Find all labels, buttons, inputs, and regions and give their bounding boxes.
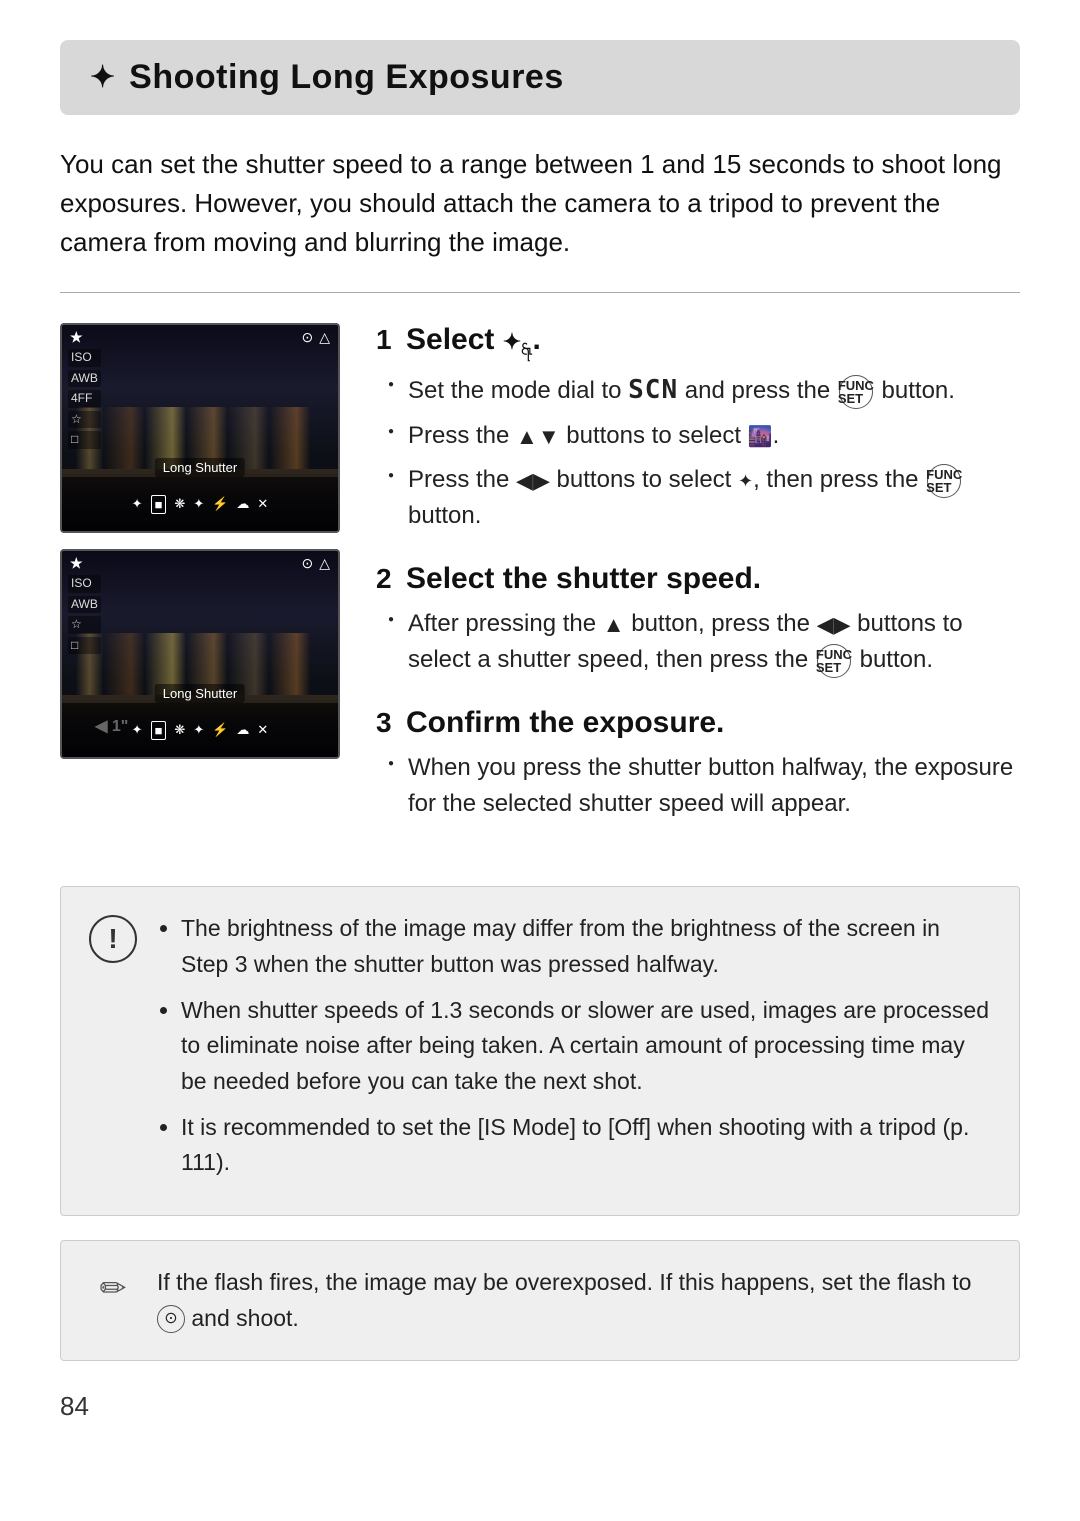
- awb-icon: AWB: [68, 370, 101, 388]
- step-2-bullets: After pressing the ▲ button, press the ◀…: [376, 606, 1020, 678]
- bottom-icon-cloud: ☁: [236, 496, 249, 512]
- af-icon-2: ☆: [68, 616, 101, 634]
- step-1: 1 Select ✦꩷. Set the mode dial to SCN an…: [376, 323, 1020, 534]
- timer-icon: ⊙: [301, 329, 313, 346]
- long-shutter-label-1: Long Shutter: [155, 458, 245, 477]
- step-1-title: Select ✦꩷.: [406, 323, 541, 361]
- page-number: 84: [60, 1391, 1020, 1422]
- timer-icon-2: ⊙: [301, 555, 313, 572]
- star-mode-icon-2: ★: [70, 555, 83, 572]
- pencil-icon: ✏: [89, 1269, 137, 1317]
- 4ff-icon: 4FF: [68, 390, 101, 408]
- camera-overlay-top-2: ★ ⊙ △: [62, 551, 338, 576]
- iso-icon-2: ISO: [68, 575, 101, 593]
- func-btn-2: FUNCSET: [927, 464, 961, 498]
- step-3-number: 3: [376, 707, 396, 739]
- steps-column: 1 Select ✦꩷. Set the mode dial to SCN an…: [376, 323, 1020, 850]
- func-btn-3: FUNCSET: [817, 644, 851, 678]
- notice-bullet-2: When shutter speeds of 1.3 seconds or sl…: [181, 993, 991, 1100]
- step-3-header: 3 Confirm the exposure.: [376, 706, 1020, 740]
- flash-symbol: ⊙: [157, 1305, 185, 1333]
- step-1-bullet-2: Press the ▲▼ buttons to select 🌆.: [388, 418, 1020, 454]
- step-1-bullet-3: Press the ◀▶ buttons to select ✦, then p…: [388, 462, 1020, 534]
- bottom-icon-x: ✕: [257, 496, 268, 512]
- top-left-icons-2: ★: [70, 555, 83, 572]
- step-2-title: Select the shutter speed.: [406, 562, 761, 596]
- bottom-icon-cloud-2: ☁: [236, 722, 249, 738]
- notice-bullet-1: The brightness of the image may differ f…: [181, 911, 991, 982]
- step-1-header: 1 Select ✦꩷.: [376, 323, 1020, 361]
- intro-text: You can set the shutter speed to a range…: [60, 145, 1020, 262]
- sunset-icon: 🌆: [748, 426, 773, 448]
- bottom-icon-sun: ✦: [132, 496, 143, 512]
- up-down-arrows-1: ▲▼: [516, 425, 560, 450]
- star-mode-icon: ★: [70, 329, 83, 346]
- bottom-icon-lightning-2: ⚡: [212, 722, 228, 738]
- bottom-icon-lightning: ⚡: [212, 496, 228, 512]
- camera-images-column: ★ ⊙ △ ISO AWB 4FF ☆ □ Long Shutter ✦ ■ ❋…: [60, 323, 340, 850]
- notice-bullets: The brightness of the image may differ f…: [157, 911, 991, 1180]
- left-icons-1: ISO AWB 4FF ☆ □: [68, 349, 101, 449]
- lock-icon: △: [319, 329, 330, 346]
- step-2-header: 2 Select the shutter speed.: [376, 562, 1020, 596]
- bottom-bar-1: ✦ ■ ❋ ✦ ⚡ ☁ ✕: [62, 477, 338, 531]
- long-shutter-icon-inline: ✦꩷: [503, 329, 533, 354]
- bottom-icon-x-2: ✕: [257, 722, 268, 738]
- top-right-icons-2: ⊙ △: [301, 555, 330, 572]
- notice-exclamation-icon: !: [89, 915, 137, 963]
- up-arrow: ▲: [603, 613, 625, 638]
- left-right-arrows-1: ◀▶: [516, 469, 550, 494]
- top-right-icons-1: ⊙ △: [301, 329, 330, 346]
- top-left-icons-1: ★: [70, 329, 83, 346]
- step-2: 2 Select the shutter speed. After pressi…: [376, 562, 1020, 678]
- step-3-bullet-1: When you press the shutter button halfwa…: [388, 750, 1020, 822]
- bottom-icon-selected-1: ■: [151, 495, 167, 514]
- iso-icon: ISO: [68, 349, 101, 367]
- step-3: 3 Confirm the exposure. When you press t…: [376, 706, 1020, 822]
- scn-label: SCN: [628, 375, 678, 405]
- notice-bullet-3: It is recommended to set the [IS Mode] t…: [181, 1110, 991, 1181]
- page-header: ✦ Shooting Long Exposures: [60, 40, 1020, 115]
- camera-screen-1: ★ ⊙ △ ISO AWB 4FF ☆ □ Long Shutter ✦ ■ ❋…: [60, 323, 340, 533]
- page-title: Shooting Long Exposures: [129, 58, 564, 97]
- left-right-arrows-2: ◀▶: [817, 613, 851, 638]
- step-2-number: 2: [376, 563, 396, 595]
- notice-content: The brightness of the image may differ f…: [157, 911, 991, 1190]
- long-shutter-icon-2: ✦: [738, 471, 753, 491]
- bottom-bar-2: ✦ ■ ❋ ✦ ⚡ ☁ ✕: [62, 703, 338, 757]
- af-icon: ☆: [68, 411, 101, 429]
- step-1-title-text: Select: [406, 323, 503, 356]
- camera-screen-2: ★ ⊙ △ ISO AWB ☆ □ Long Shutter ◀ 1" ✦ ■ …: [60, 549, 340, 759]
- section-divider: [60, 292, 1020, 293]
- square-icon-2: □: [68, 637, 101, 655]
- tip-text: If the flash fires, the image may be ove…: [157, 1265, 991, 1336]
- step-1-bullet-1: Set the mode dial to SCN and press the F…: [388, 371, 1020, 410]
- notice-box: ! The brightness of the image may differ…: [60, 886, 1020, 1215]
- camera-overlay-top-1: ★ ⊙ △: [62, 325, 338, 350]
- bottom-icon-flower: ❋: [174, 496, 185, 512]
- left-icons-2: ISO AWB ☆ □: [68, 575, 101, 654]
- long-shutter-label-2: Long Shutter: [155, 684, 245, 703]
- step-1-number: 1: [376, 324, 396, 356]
- main-content: ★ ⊙ △ ISO AWB 4FF ☆ □ Long Shutter ✦ ■ ❋…: [60, 323, 1020, 850]
- tip-box: ✏ If the flash fires, the image may be o…: [60, 1240, 1020, 1361]
- bottom-icon-flower-2: ❋: [174, 722, 185, 738]
- bottom-icon-star2: ✦: [193, 496, 204, 512]
- awb-icon-2: AWB: [68, 596, 101, 614]
- step-2-bullet-1: After pressing the ▲ button, press the ◀…: [388, 606, 1020, 678]
- bottom-icon-star2-2: ✦: [193, 722, 204, 738]
- step-3-title: Confirm the exposure.: [406, 706, 724, 740]
- bottom-icon-selected-2: ■: [151, 721, 167, 740]
- step-3-bullets: When you press the shutter button halfwa…: [376, 750, 1020, 822]
- step-1-bullets: Set the mode dial to SCN and press the F…: [376, 371, 1020, 534]
- lock-icon-2: △: [319, 555, 330, 572]
- header-star-icon: ✦: [90, 60, 115, 95]
- func-btn-1: FUNCSET: [839, 375, 873, 409]
- bottom-icon-sun-2: ✦: [132, 722, 143, 738]
- square-icon: □: [68, 431, 101, 449]
